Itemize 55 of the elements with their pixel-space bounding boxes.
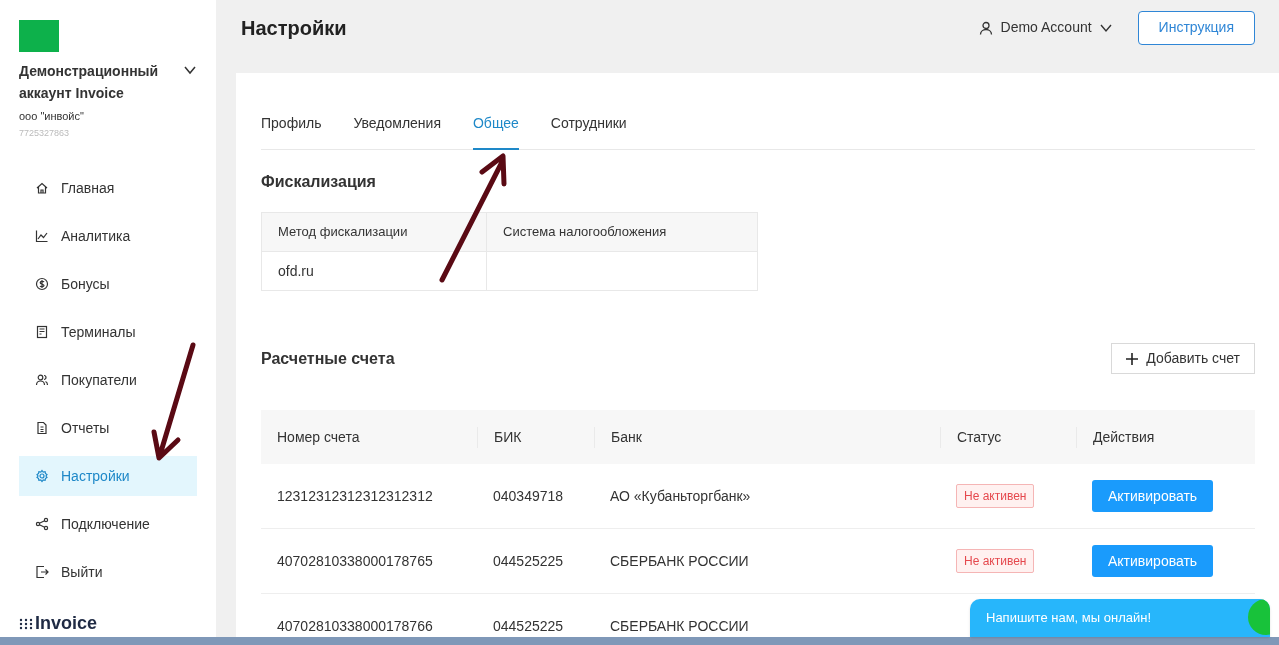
status-badge: Не активен — [956, 484, 1035, 508]
tab[interactable]: Профиль — [261, 113, 322, 150]
user-icon — [978, 20, 993, 35]
table-cell: 40702810338000178766 — [277, 617, 433, 634]
add-account-button[interactable]: Добавить счет — [1111, 343, 1255, 374]
section-title: Фискализация — [261, 172, 377, 192]
status-badge: Не активен — [956, 549, 1035, 573]
company-inn: 7725327863 — [19, 126, 71, 140]
company-logo — [19, 20, 59, 52]
column-header: Номер счета — [277, 428, 360, 445]
tab[interactable]: Общее — [473, 113, 519, 150]
column-header: Банк — [611, 428, 642, 445]
nav-item[interactable]: Настройки — [19, 456, 197, 496]
settings-icon — [35, 469, 49, 483]
nav-item[interactable]: Отчеты — [19, 408, 197, 448]
nav-item[interactable]: Подключение — [19, 504, 197, 544]
users-icon — [35, 373, 49, 387]
table-cell: АО «Кубаньторгбанк» — [610, 487, 751, 504]
dollar-icon — [35, 277, 49, 291]
column-header: БИК — [494, 428, 522, 445]
share-icon — [35, 517, 49, 531]
nav-item[interactable]: Бонусы — [19, 264, 197, 304]
tab[interactable]: Уведомления — [353, 113, 441, 150]
section-title: Расчетные счета — [261, 348, 395, 369]
instructions-button[interactable]: Инструкция — [1137, 10, 1255, 45]
table-cell: 40702810338000178765 — [277, 552, 433, 569]
table-cell: 040349718 — [493, 487, 564, 504]
nav-item[interactable]: Покупатели — [19, 360, 197, 400]
home-icon — [35, 181, 49, 195]
page-title: Настройки — [241, 15, 348, 41]
brand-logo-text: Invoice — [35, 612, 98, 635]
column-header: Система налогообложения — [486, 213, 757, 251]
dots-grid-icon — [19, 617, 33, 630]
document-icon — [35, 325, 49, 339]
account-menu[interactable]: Demo Account — [978, 17, 1112, 38]
report-icon — [35, 421, 49, 435]
logout-icon — [35, 565, 49, 579]
account-name: Демонстрационный аккаунт Invoice — [19, 62, 160, 103]
table-cell: СБЕРБАНК РОССИИ — [610, 617, 749, 634]
tab[interactable]: Сотрудники — [550, 113, 627, 150]
nav-item[interactable]: Аналитика — [19, 216, 197, 256]
column-header: Статус — [957, 428, 1002, 445]
column-header: Метод фискализации — [277, 223, 409, 242]
nav-item[interactable]: Терминалы — [19, 312, 197, 352]
line-chart-icon — [35, 229, 49, 243]
table-cell: 12312312312312312312 — [277, 487, 433, 504]
nav-item[interactable]: Главная — [19, 168, 197, 208]
company-name: ооо "инвойс" — [19, 109, 85, 124]
plus-icon — [1126, 352, 1139, 365]
table-cell: СБЕРБАНК РОССИИ — [610, 552, 749, 569]
nav-item[interactable]: Выйти — [19, 552, 197, 592]
table-cell: 044525225 — [493, 552, 564, 569]
table-cell: 044525225 — [493, 617, 564, 634]
table-cell-text: ofd.ru — [278, 261, 314, 281]
column-header: Действия — [1093, 428, 1155, 445]
